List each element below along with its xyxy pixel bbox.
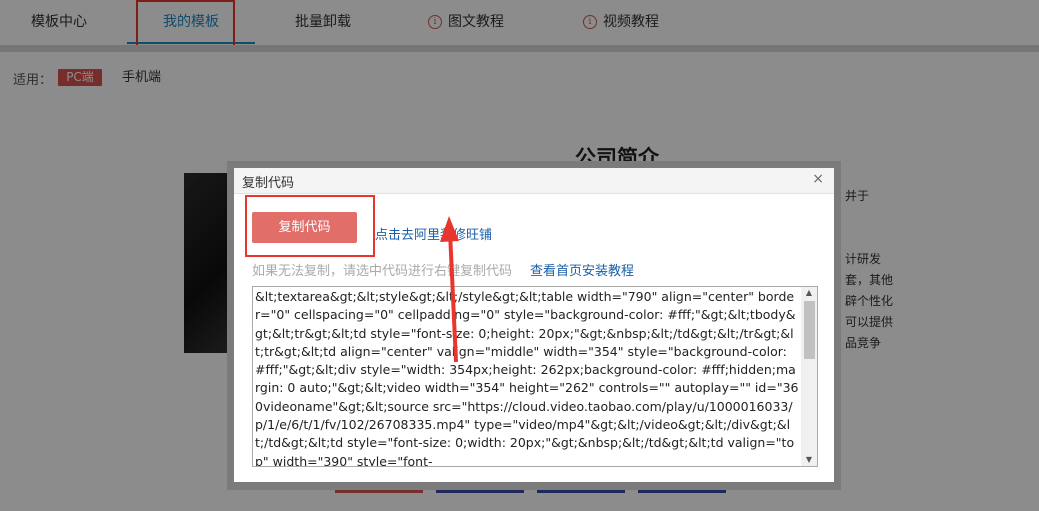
annotation-arrow-icon — [440, 216, 459, 363]
